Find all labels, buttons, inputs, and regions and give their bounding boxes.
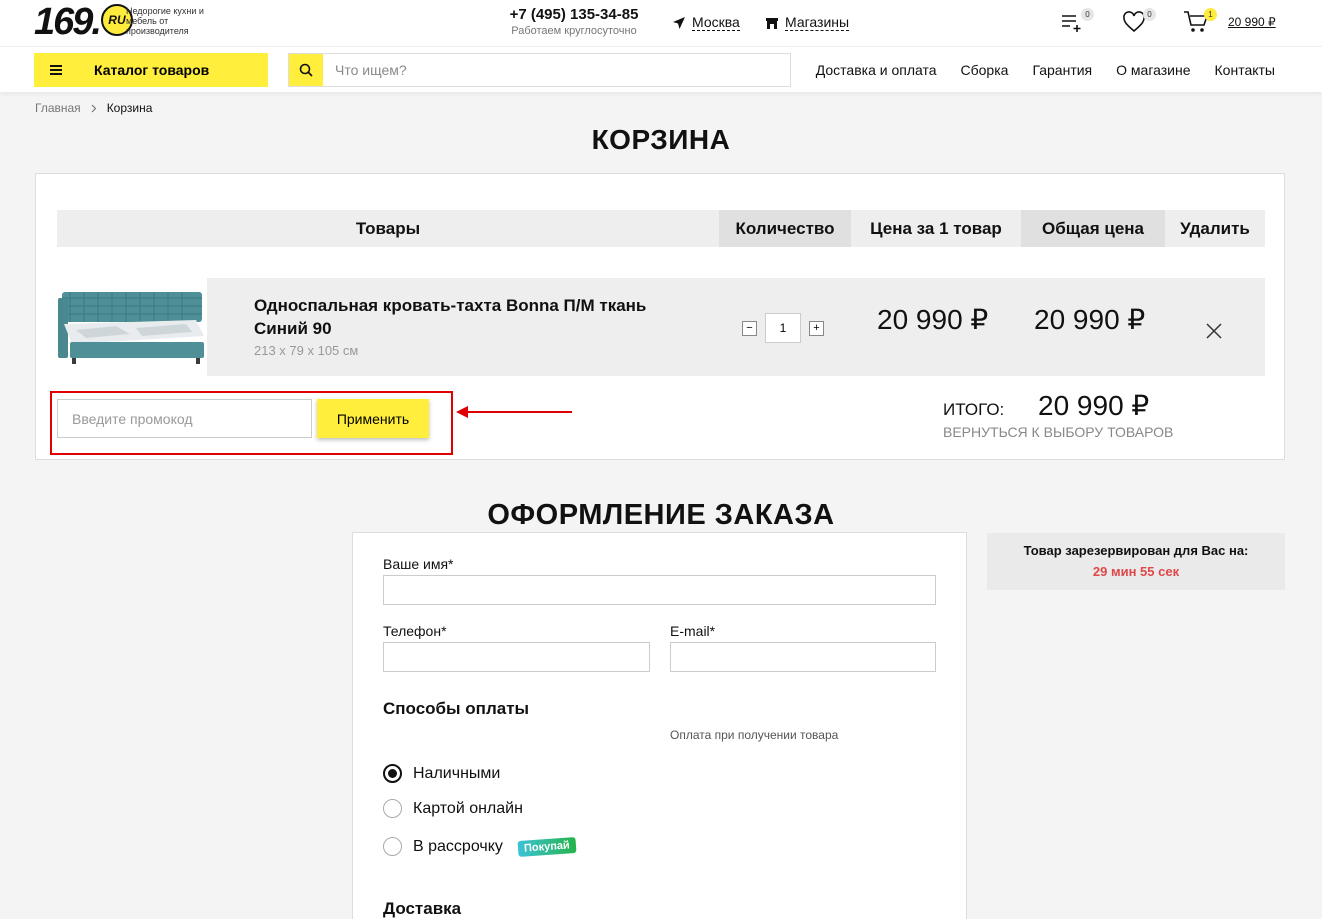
nav-link-delivery[interactable]: Доставка и оплата (816, 62, 937, 78)
compare-count: 0 (1081, 8, 1094, 21)
delete-item-button[interactable] (1204, 321, 1224, 341)
item-total-price: 20 990 ₽ (1034, 304, 1146, 335)
main-navbar: Каталог товаров Доставка и оплата Сборка… (0, 46, 1322, 92)
payment-option-card-online[interactable]: Картой онлайн (383, 799, 523, 818)
total-value: 20 990 ₽ (1038, 390, 1150, 421)
search-bar (288, 53, 791, 87)
minus-icon: − (746, 322, 753, 334)
cart-table-header: Товары Количество Цена за 1 товар Общая … (57, 210, 1265, 247)
top-header: 169. RU Недорогие кухни и мебель от прои… (0, 0, 1322, 46)
favorites-button[interactable]: 0 (1122, 8, 1156, 36)
unit-price: 20 990 ₽ (877, 304, 989, 335)
page-title: КОРЗИНА (591, 124, 731, 155)
promo-code-input[interactable] (57, 399, 312, 438)
cart-total-link[interactable]: 20 990 ₽ (1228, 15, 1276, 29)
nav-link-about[interactable]: О магазине (1116, 62, 1190, 78)
payment-option-label: Наличными (413, 764, 501, 782)
site-logo[interactable]: 169. RU (34, 2, 133, 42)
search-icon (299, 63, 313, 77)
delivery-title: Доставка (383, 899, 462, 918)
breadcrumb-home[interactable]: Главная (35, 101, 81, 115)
column-header-quantity: Количество (719, 210, 851, 247)
logo-tagline: Недорогие кухни и мебель от производител… (126, 6, 204, 36)
payment-methods-title: Способы оплаты (383, 699, 530, 718)
radio-unchecked-icon (383, 799, 402, 818)
search-button[interactable] (289, 54, 323, 86)
breadcrumb: Главная Корзина (35, 101, 152, 115)
radio-checked-icon (383, 764, 402, 783)
quantity-decrease-button[interactable]: − (742, 320, 757, 336)
checkout-form: Ваше имя* Телефон* E-mail* Способы оплат… (352, 532, 967, 919)
close-icon (1206, 323, 1222, 339)
nav-link-warranty[interactable]: Гарантия (1032, 62, 1092, 78)
payment-note: Оплата при получении товара (670, 728, 839, 742)
name-label: Ваше имя* (383, 556, 454, 572)
chevron-right-icon (91, 104, 97, 113)
catalog-label: Каталог товаров (94, 62, 210, 78)
phone-block: +7 (495) 135-34-85 Работаем круглосуточн… (504, 6, 644, 38)
payment-option-label: В рассрочку (413, 837, 503, 855)
phone-hours: Работаем круглосуточно (511, 25, 637, 37)
plus-icon: + (813, 322, 820, 334)
cart-panel: Товары Количество Цена за 1 товар Общая … (35, 173, 1285, 460)
breadcrumb-current: Корзина (106, 101, 153, 115)
pokupay-badge-text: Покупай (523, 838, 571, 855)
phone-number[interactable]: +7 (495) 135-34-85 (504, 6, 644, 24)
city-name: Москва (692, 14, 740, 31)
reservation-text: Товар зарезервирован для Вас на: (1023, 543, 1249, 558)
location-arrow-icon (673, 16, 685, 29)
email-label: E-mail* (670, 623, 716, 639)
email-field[interactable] (670, 642, 936, 672)
payment-option-label: Картой онлайн (413, 799, 523, 817)
quantity-input[interactable] (765, 313, 801, 343)
payment-option-installment[interactable]: В рассрочку Покупай (383, 836, 577, 857)
favorites-count: 0 (1143, 8, 1156, 21)
nav-link-assembly[interactable]: Сборка (961, 62, 1009, 78)
payment-option-cash[interactable]: Наличными (383, 764, 500, 783)
cart-count: 1 (1204, 8, 1217, 21)
column-header-total-price: Общая цена (1021, 210, 1165, 247)
column-header-delete: Удалить (1180, 219, 1250, 238)
logo-text: 169. (34, 1, 102, 43)
radio-unchecked-icon (383, 837, 402, 856)
product-name[interactable]: Односпальная кровать-тахта Bonna П/М тка… (254, 294, 694, 340)
checkout-title: ОФОРМЛЕНИЕ ЗАКАЗА (487, 499, 835, 531)
city-selector[interactable]: Москва (672, 14, 740, 31)
shops-label: Магазины (785, 14, 850, 31)
apply-promo-button[interactable]: Применить (317, 399, 429, 438)
catalog-button[interactable]: Каталог товаров (34, 53, 268, 87)
reservation-timer: Товар зарезервирован для Вас на: 29 мин … (987, 533, 1285, 590)
nav-link-contacts[interactable]: Контакты (1215, 62, 1275, 78)
name-field[interactable] (383, 575, 936, 605)
hamburger-icon (50, 63, 62, 77)
total-label: ИТОГО: (943, 400, 1005, 419)
compare-button[interactable]: 0 (1060, 8, 1094, 36)
quantity-increase-button[interactable]: + (809, 320, 824, 336)
cart-button[interactable]: 1 (1183, 8, 1217, 36)
store-icon (766, 17, 778, 29)
back-to-products-link[interactable]: ВЕРНУТЬСЯ К ВЫБОРУ ТОВАРОВ (943, 424, 1173, 440)
pokupay-logo: Покупай (517, 836, 577, 857)
nav-links: Доставка и оплата Сборка Гарантия О мага… (816, 62, 1275, 78)
reservation-time: 29 мин 55 сек (1092, 564, 1180, 579)
column-header-unit-price: Цена за 1 товар (870, 219, 1002, 238)
product-image[interactable] (56, 284, 208, 370)
phone-field[interactable] (383, 642, 650, 672)
product-dimensions: 213 x 79 x 105 см (254, 343, 359, 358)
search-input[interactable] (323, 54, 790, 86)
phone-label: Телефон* (383, 623, 447, 639)
shops-link[interactable]: Магазины (765, 14, 850, 31)
annotation-arrow-icon (456, 406, 572, 418)
quantity-stepper: − + (742, 313, 824, 343)
column-header-products: Товары (355, 219, 421, 238)
